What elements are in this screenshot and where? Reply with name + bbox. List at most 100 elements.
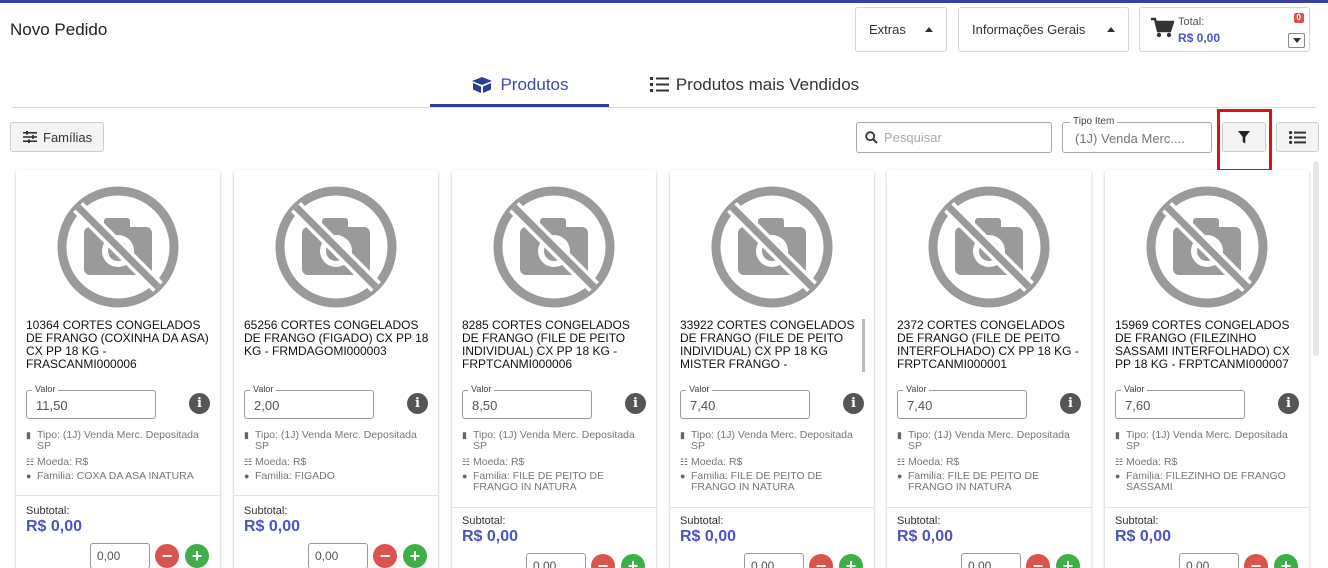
valor-input[interactable]: 8,50 [462,390,592,419]
product-moeda-text: Moeda: R$ [1126,456,1178,468]
filter-button[interactable] [1222,122,1266,152]
product-familia: ● Familia: FILE DE PEITO DE FRANGO IN NAT… [897,471,1087,493]
minus-button[interactable]: − [809,554,833,568]
coins-icon: ☷ [462,457,471,467]
valor-input[interactable]: 7,40 [897,390,1027,419]
product-familia: ● Familia: FILEZINHO DE FRANGO SASSAMI [1115,471,1305,493]
valor-input[interactable]: 7,60 [1115,390,1245,419]
no-photo-icon [1145,185,1269,309]
info-gerais-dropdown[interactable]: Informações Gerais [958,7,1129,52]
info-icon[interactable]: i [189,393,210,414]
extras-label: Extras [869,22,906,37]
product-moeda-text: Moeda: R$ [473,456,525,468]
minus-button[interactable]: − [591,554,615,568]
document-icon: ▮ [897,430,902,440]
product-card: 2372 CORTES CONGELADOS DE FRANGO (FILE D… [887,170,1091,568]
plus-button[interactable]: + [1056,554,1080,568]
users-icon: ● [1115,471,1121,481]
product-card: 65256 CORTES CONGELADOS DE FRANGO (FIGAD… [234,170,438,568]
subtotal-value: R$ 0,00 [244,518,301,535]
plus-button[interactable]: + [621,554,645,568]
product-title: 10364 CORTES CONGELADOS DE FRANGO (COXIN… [26,319,209,371]
valor-input[interactable]: 11,50 [26,390,156,419]
product-moeda: ☷ Moeda: R$ [244,457,434,468]
product-tipo: ▮ Tipo: (1J) Venda Merc. Depositada SP [680,430,870,452]
product-moeda: ☷ Moeda: R$ [680,457,870,468]
users-icon: ● [462,471,468,481]
total-expand-button[interactable] [1288,33,1305,48]
no-photo-icon [56,185,180,309]
valor-input[interactable]: 2,00 [244,390,374,419]
cart-total-box[interactable]: Total: R$ 0,00 0 [1139,7,1310,52]
quantity-input[interactable]: 0,00 [744,553,804,568]
product-moeda: ☷ Moeda: R$ [1115,457,1305,468]
product-familia: ● Familia: FILE DE PEITO DE FRANGO IN NAT… [680,471,870,493]
plus-button[interactable]: + [185,544,209,568]
subtotal-label: Subtotal: [26,505,70,517]
coins-icon: ☷ [680,457,689,467]
valor-label: Valor [903,384,930,394]
subtotal-label: Subtotal: [1115,515,1159,527]
no-photo-icon [927,185,1051,309]
info-gerais-label: Informações Gerais [972,22,1086,37]
search-input[interactable] [884,130,1044,145]
users-icon: ● [680,471,686,481]
no-photo-icon [710,185,834,309]
product-moeda: ☷ Moeda: R$ [897,457,1087,468]
tab-produtos-mais-vendidos[interactable]: Produtos mais Vendidos [640,62,868,107]
list-view-icon [1289,130,1306,144]
card-divider [670,507,874,508]
product-tipo: ▮ Tipo: (1J) Venda Merc. Depositada SP [897,430,1087,452]
quantity-input[interactable]: 0,00 [526,553,586,568]
document-icon: ▮ [1115,430,1120,440]
coins-icon: ☷ [1115,457,1124,467]
minus-button[interactable]: − [1244,554,1268,568]
quantity-input[interactable]: 0,00 [90,543,150,568]
search-field[interactable] [856,122,1052,153]
subtotal-value: R$ 0,00 [26,518,83,535]
page-scrollbar[interactable] [1313,161,1319,356]
page-title: Novo Pedido [10,20,108,39]
product-card: 8285 CORTES CONGELADOS DE FRANGO (FILE D… [452,170,656,568]
info-icon[interactable]: i [1060,393,1081,414]
product-moeda-text: Moeda: R$ [37,456,89,468]
info-icon[interactable]: i [1278,393,1299,414]
tipo-item-label: Tipo Item [1070,116,1118,127]
minus-button[interactable]: − [373,544,397,568]
product-title: 8285 CORTES CONGELADOS DE FRANGO (FILE D… [462,319,630,371]
quantity-input[interactable]: 0,00 [308,543,368,568]
valor-label: Valor [250,384,277,394]
minus-button[interactable]: − [155,544,179,568]
tabs-divider [12,107,1316,108]
minus-button[interactable]: − [1026,554,1050,568]
coins-icon: ☷ [244,457,253,467]
product-title: 65256 CORTES CONGELADOS DE FRANGO (FIGAD… [244,319,429,358]
card-divider [887,507,1091,508]
product-moeda-text: Moeda: R$ [908,456,960,468]
product-tipo: ▮ Tipo: (1J) Venda Merc. Depositada SP [1115,430,1305,452]
tab-produtos[interactable]: Produtos [430,62,609,107]
product-moeda-text: Moeda: R$ [691,456,743,468]
product-title: 15969 CORTES CONGELADOS DE FRANGO (FILEZ… [1115,319,1290,371]
product-tipo: ▮ Tipo: (1J) Venda Merc. Depositada SP [462,430,652,452]
valor-input[interactable]: 7,40 [680,390,810,419]
list-view-button[interactable] [1276,122,1319,152]
users-icon: ● [897,471,903,481]
caret-down-icon [1292,38,1301,43]
info-icon[interactable]: i [625,393,646,414]
info-icon[interactable]: i [407,393,428,414]
plus-button[interactable]: + [1274,554,1298,568]
product-title: 2372 CORTES CONGELADOS DE FRANGO (FILE D… [897,319,1079,371]
plus-button[interactable]: + [839,554,863,568]
product-familia-text: Familia: FILEZINHO DE FRANGO SASSAMI [1126,470,1286,493]
info-icon[interactable]: i [843,393,864,414]
quantity-input[interactable]: 0,00 [1179,553,1239,568]
extras-dropdown[interactable]: Extras [855,7,947,52]
tab-produtos-label: Produtos [500,74,569,94]
familias-button[interactable]: Famílias [10,122,104,152]
product-familia-text: Familia: FILE DE PEITO DE FRANGO IN NATU… [691,470,823,493]
plus-button[interactable]: + [403,544,427,568]
filter-icon [1238,130,1250,143]
quantity-input[interactable]: 0,00 [961,553,1021,568]
valor-label: Valor [1121,384,1148,394]
